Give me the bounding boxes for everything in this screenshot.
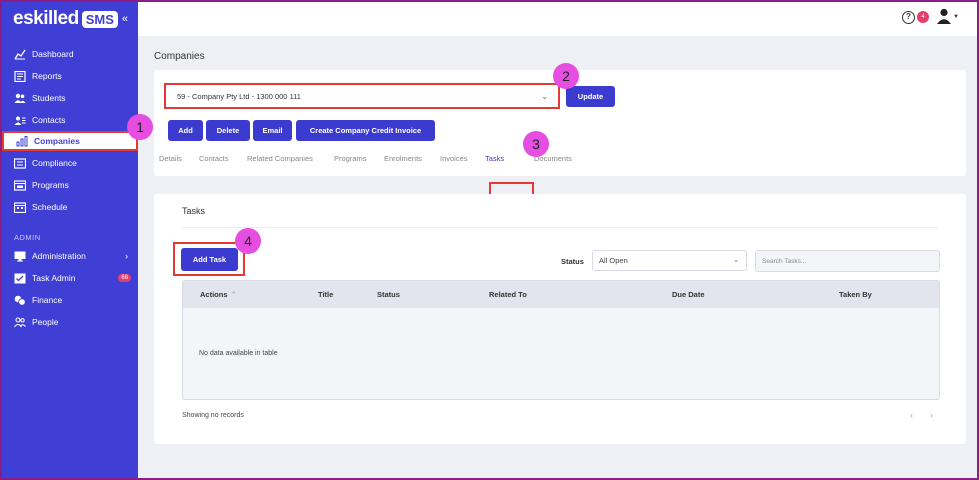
chevron-right-icon: › bbox=[125, 251, 128, 261]
monitor-icon bbox=[14, 251, 26, 261]
tab-enrolments[interactable]: Enrolments bbox=[384, 154, 422, 163]
empty-table-message: No data available in table bbox=[199, 350, 278, 357]
sidebar-item-label: Schedule bbox=[32, 202, 68, 212]
sidebar-item-label: Companies bbox=[34, 136, 80, 146]
main-content: Companies 59 - Company Pty Ltd - 1300 00… bbox=[138, 36, 979, 480]
contact-card-icon bbox=[14, 115, 26, 125]
create-company-credit-invoice-button[interactable]: Create Company Credit Invoice bbox=[296, 120, 435, 141]
search-tasks-input[interactable] bbox=[755, 250, 940, 272]
sidebar-item-label: Dashboard bbox=[32, 49, 74, 59]
callout-3: 3 bbox=[523, 131, 549, 157]
callout-4: 4 bbox=[235, 228, 261, 254]
sidebar-item-dashboard[interactable]: Dashboard bbox=[0, 44, 138, 64]
company-select-value: 59 - Company Pty Ltd - 1300 000 111 bbox=[177, 92, 301, 101]
users-icon bbox=[14, 93, 26, 103]
column-header-related-to[interactable]: Related To bbox=[489, 290, 527, 299]
column-header-actions[interactable]: Actions ⌃ bbox=[200, 290, 237, 299]
calendar-icon bbox=[14, 201, 26, 213]
tasks-table: Actions ⌃ Title Status Related To Due Dat… bbox=[182, 280, 940, 400]
sidebar-section-admin: ADMIN bbox=[14, 233, 41, 242]
callout-1: 1 bbox=[127, 114, 153, 140]
sidebar-item-compliance[interactable]: Compliance bbox=[0, 153, 138, 173]
email-button[interactable]: Email bbox=[253, 120, 292, 141]
sidebar-item-finance[interactable]: Finance bbox=[0, 290, 138, 310]
user-avatar-icon[interactable] bbox=[936, 8, 952, 26]
status-label: Status bbox=[561, 257, 584, 266]
sidebar-item-contacts[interactable]: Contacts bbox=[0, 110, 138, 130]
column-header-taken-by[interactable]: Taken By bbox=[839, 290, 872, 299]
task-admin-count-badge: 66 bbox=[118, 274, 131, 282]
sidebar-item-label: Compliance bbox=[32, 158, 77, 168]
sidebar-item-people[interactable]: People bbox=[0, 312, 138, 332]
tab-details[interactable]: Details bbox=[159, 154, 182, 163]
sidebar-item-label: People bbox=[32, 317, 59, 327]
page-title: Companies bbox=[154, 51, 205, 62]
tasks-icon bbox=[14, 273, 26, 283]
logo-badge: SMS bbox=[81, 10, 118, 28]
sidebar: eskilled SMS « Dashboard Reports Student… bbox=[0, 0, 138, 480]
collapse-sidebar-icon[interactable]: « bbox=[122, 13, 128, 25]
sidebar-item-label: Finance bbox=[32, 295, 63, 305]
tab-related-companies[interactable]: Related Companies bbox=[247, 154, 313, 163]
chevron-down-icon: ⌄ bbox=[733, 257, 739, 264]
people-icon bbox=[14, 316, 26, 327]
id-card-icon bbox=[14, 157, 26, 169]
tab-tasks[interactable]: Tasks bbox=[485, 154, 504, 163]
tasks-card: Tasks Add Task Status All Open ⌄ Actions… bbox=[154, 194, 966, 444]
sidebar-item-label: Contacts bbox=[32, 115, 66, 125]
window-icon bbox=[14, 179, 26, 191]
update-button[interactable]: Update bbox=[566, 86, 615, 107]
sidebar-item-label: Programs bbox=[32, 180, 69, 190]
tab-invoices[interactable]: Invoices bbox=[440, 154, 468, 163]
sidebar-item-task-admin[interactable]: Task Admin 66 bbox=[0, 268, 138, 288]
report-icon bbox=[14, 70, 26, 82]
sort-icon: ⌃ bbox=[230, 290, 237, 299]
chevron-down-icon: ⌄ bbox=[541, 92, 548, 101]
add-task-button[interactable]: Add Task bbox=[181, 248, 238, 271]
chart-line-icon bbox=[14, 49, 26, 59]
sidebar-item-companies[interactable]: Companies bbox=[2, 131, 138, 151]
tab-contacts[interactable]: Contacts bbox=[199, 154, 229, 163]
sidebar-item-label: Administration bbox=[32, 251, 86, 261]
coins-icon bbox=[14, 295, 26, 306]
brand-logo[interactable]: eskilled SMS « bbox=[13, 8, 128, 30]
pager-prev-icon[interactable]: ‹ bbox=[910, 410, 913, 420]
table-header: Actions ⌃ Title Status Related To Due Dat… bbox=[183, 281, 939, 308]
company-select[interactable]: 59 - Company Pty Ltd - 1300 000 111 ⌄ bbox=[164, 83, 560, 109]
bar-chart-icon bbox=[16, 135, 28, 146]
notification-badge: 4 bbox=[917, 11, 929, 23]
records-info: Showing no records bbox=[182, 412, 244, 419]
caret-down-icon[interactable]: ▼ bbox=[953, 14, 959, 20]
sidebar-item-schedule[interactable]: Schedule bbox=[0, 197, 138, 217]
sidebar-item-label: Students bbox=[32, 93, 66, 103]
sidebar-item-label: Reports bbox=[32, 71, 62, 81]
sidebar-item-administration[interactable]: Administration › bbox=[0, 246, 138, 266]
column-header-due-date[interactable]: Due Date bbox=[672, 290, 705, 299]
divider bbox=[182, 227, 938, 228]
sidebar-item-programs[interactable]: Programs bbox=[0, 175, 138, 195]
sidebar-item-label: Task Admin bbox=[32, 273, 76, 283]
add-button[interactable]: Add bbox=[168, 120, 203, 141]
pager-next-icon[interactable]: › bbox=[930, 410, 933, 420]
column-header-title[interactable]: Title bbox=[318, 290, 333, 299]
column-header-status[interactable]: Status bbox=[377, 290, 400, 299]
status-select[interactable]: All Open ⌄ bbox=[592, 250, 747, 271]
tasks-title: Tasks bbox=[182, 206, 206, 216]
logo-text: eskilled bbox=[13, 8, 79, 29]
sidebar-item-students[interactable]: Students bbox=[0, 88, 138, 108]
topbar: ? 4 ▼ bbox=[138, 0, 979, 36]
callout-2: 2 bbox=[553, 63, 579, 89]
status-select-value: All Open bbox=[599, 256, 628, 265]
delete-button[interactable]: Delete bbox=[206, 120, 250, 141]
help-icon[interactable]: ? bbox=[902, 11, 915, 24]
tab-programs[interactable]: Programs bbox=[334, 154, 367, 163]
sidebar-item-reports[interactable]: Reports bbox=[0, 66, 138, 86]
